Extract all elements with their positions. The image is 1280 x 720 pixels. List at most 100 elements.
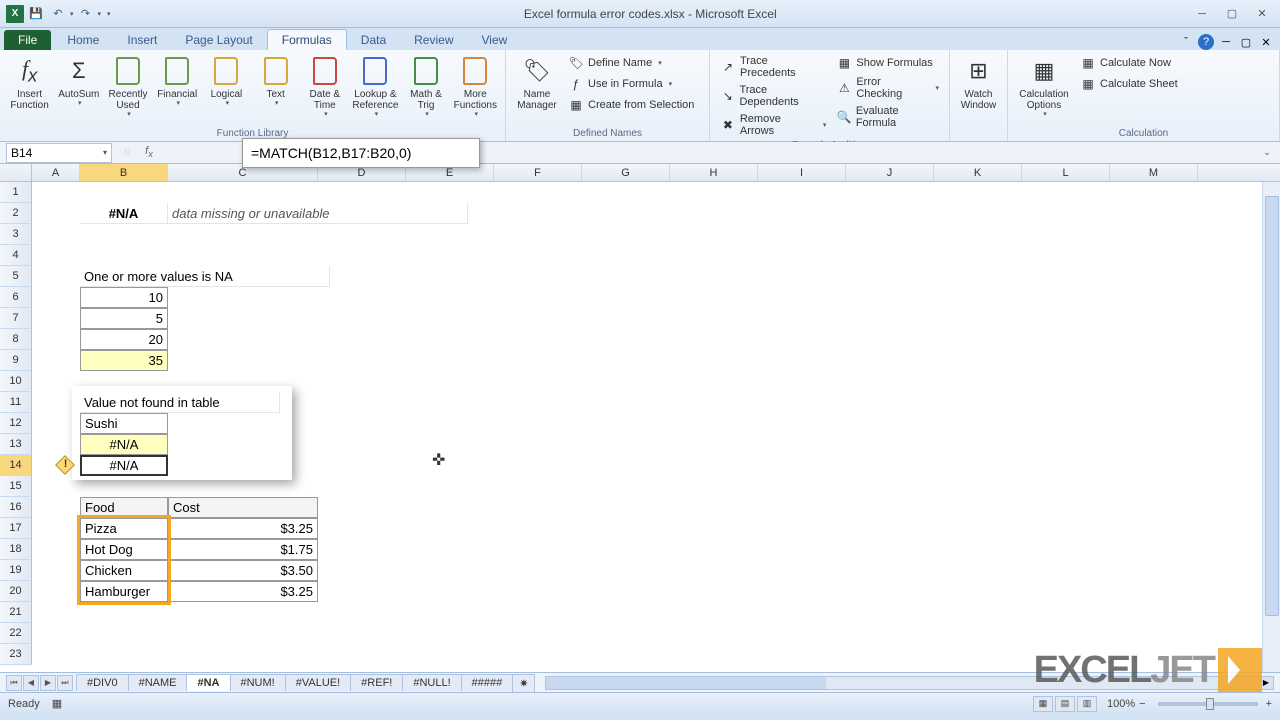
- col-header-g[interactable]: G: [582, 164, 670, 181]
- worksheet-grid[interactable]: A B C D E F G H I J K L M 12345678910111…: [0, 164, 1280, 672]
- undo-button[interactable]: ↶: [48, 4, 68, 24]
- normal-view-button[interactable]: ▦: [1033, 696, 1053, 712]
- error-checking-button[interactable]: ⚠Error Checking▾: [832, 74, 943, 102]
- text-button[interactable]: Text▾: [252, 53, 299, 110]
- row-header-4[interactable]: 4: [0, 245, 32, 266]
- row-header-6[interactable]: 6: [0, 287, 32, 308]
- cell-c2[interactable]: data missing or unavailable: [168, 203, 468, 224]
- row-header-9[interactable]: 9: [0, 350, 32, 371]
- zoom-in-button[interactable]: +: [1266, 698, 1272, 710]
- select-all-corner[interactable]: [0, 164, 32, 181]
- lookup-reference-button[interactable]: Lookup & Reference▾: [350, 53, 400, 121]
- row-header-22[interactable]: 22: [0, 623, 32, 644]
- cell-b18[interactable]: Hot Dog: [80, 539, 168, 560]
- autosum-button[interactable]: ΣAutoSum▾: [55, 53, 102, 110]
- help-icon[interactable]: ?: [1198, 34, 1214, 50]
- col-header-f[interactable]: F: [494, 164, 582, 181]
- row-header-16[interactable]: 16: [0, 497, 32, 518]
- logical-button[interactable]: Logical▾: [203, 53, 250, 110]
- inner-restore-icon[interactable]: ▢: [1238, 34, 1254, 50]
- formula-input[interactable]: =MATCH(B12,B17:B20,0): [242, 138, 480, 168]
- row-header-14[interactable]: 14: [0, 455, 32, 476]
- new-sheet-button[interactable]: ✷: [512, 674, 535, 692]
- insert-tab[interactable]: Insert: [113, 30, 171, 50]
- sheet-tab[interactable]: #####: [461, 674, 514, 691]
- next-sheet-button[interactable]: ▶: [40, 675, 56, 691]
- col-header-k[interactable]: K: [934, 164, 1022, 181]
- vertical-scrollbar[interactable]: [1262, 182, 1280, 672]
- row-header-1[interactable]: 1: [0, 182, 32, 203]
- zoom-level[interactable]: 100%: [1107, 698, 1135, 710]
- sheet-tab[interactable]: #NUM!: [230, 674, 286, 691]
- row-header-3[interactable]: 3: [0, 224, 32, 245]
- cell-b20[interactable]: Hamburger: [80, 581, 168, 602]
- cell-b6[interactable]: 10: [80, 287, 168, 308]
- row-header-23[interactable]: 23: [0, 644, 32, 665]
- cell-d19[interactable]: $3.50: [168, 560, 318, 581]
- cell-b8[interactable]: 20: [80, 329, 168, 350]
- calculate-now-button[interactable]: ▦Calculate Now: [1076, 53, 1182, 73]
- row-header-2[interactable]: 2: [0, 203, 32, 224]
- sheet-tab[interactable]: #NAME: [128, 674, 188, 691]
- cancel-icon[interactable]: ⦸: [118, 144, 136, 162]
- date-time-button[interactable]: Date & Time▾: [301, 53, 348, 121]
- redo-button[interactable]: ↷: [76, 4, 96, 24]
- cell-b16[interactable]: Food: [80, 497, 168, 518]
- inner-close-icon[interactable]: ✕: [1258, 34, 1274, 50]
- zoom-slider[interactable]: [1158, 702, 1258, 706]
- cell-d18[interactable]: $1.75: [168, 539, 318, 560]
- row-header-19[interactable]: 19: [0, 560, 32, 581]
- review-tab[interactable]: Review: [400, 30, 467, 50]
- col-header-j[interactable]: J: [846, 164, 934, 181]
- row-header-8[interactable]: 8: [0, 329, 32, 350]
- cell-b19[interactable]: Chicken: [80, 560, 168, 581]
- trace-dependents-button[interactable]: ↘Trace Dependents: [716, 82, 830, 110]
- name-manager-button[interactable]: 🏷Name Manager: [512, 53, 562, 113]
- insert-function-button[interactable]: fxInsert Function: [6, 53, 53, 113]
- macro-icon[interactable]: ▦: [52, 697, 62, 710]
- create-from-selection-button[interactable]: ▦Create from Selection: [564, 95, 698, 115]
- name-box[interactable]: B14▾: [6, 143, 112, 163]
- view-tab[interactable]: View: [468, 30, 522, 50]
- row-header-5[interactable]: 5: [0, 266, 32, 287]
- maximize-button[interactable]: ▢: [1220, 6, 1244, 22]
- row-header-20[interactable]: 20: [0, 581, 32, 602]
- page-layout-view-button[interactable]: ▤: [1055, 696, 1075, 712]
- calculation-options-button[interactable]: ▦Calculation Options▾: [1014, 53, 1074, 121]
- hscroll-thumb[interactable]: [546, 677, 826, 689]
- cell-d17[interactable]: $3.25: [168, 518, 318, 539]
- formulas-tab[interactable]: Formulas: [267, 29, 347, 50]
- math-trig-button[interactable]: Math & Trig▾: [402, 53, 449, 121]
- prev-sheet-button[interactable]: ◀: [23, 675, 39, 691]
- save-button[interactable]: 💾: [26, 4, 46, 24]
- col-header-h[interactable]: H: [670, 164, 758, 181]
- excel-icon[interactable]: X: [6, 5, 24, 23]
- cell-c16[interactable]: Cost: [168, 497, 318, 518]
- col-header-i[interactable]: I: [758, 164, 846, 181]
- fx-icon[interactable]: fx: [140, 144, 158, 162]
- sheet-tab[interactable]: #VALUE!: [285, 674, 351, 691]
- row-header-7[interactable]: 7: [0, 308, 32, 329]
- cell-b13[interactable]: #N/A: [80, 434, 168, 455]
- trace-precedents-button[interactable]: ↗Trace Precedents: [716, 53, 830, 81]
- last-sheet-button[interactable]: ⏭: [57, 675, 73, 691]
- cells-area[interactable]: #N/A data missing or unavailable One or …: [32, 182, 1262, 672]
- remove-arrows-button[interactable]: ✖Remove Arrows▾: [716, 111, 830, 139]
- row-header-15[interactable]: 15: [0, 476, 32, 497]
- col-header-a[interactable]: A: [32, 164, 80, 181]
- row-header-21[interactable]: 21: [0, 602, 32, 623]
- data-tab[interactable]: Data: [347, 30, 400, 50]
- row-header-17[interactable]: 17: [0, 518, 32, 539]
- cell-b9[interactable]: 35: [80, 350, 168, 371]
- sheet-tab[interactable]: #REF!: [350, 674, 403, 691]
- zoom-out-button[interactable]: −: [1139, 698, 1145, 710]
- minimize-ribbon-icon[interactable]: ˇ: [1178, 34, 1194, 50]
- recently-used-button[interactable]: Recently Used▾: [104, 53, 151, 121]
- col-header-l[interactable]: L: [1022, 164, 1110, 181]
- cell-d20[interactable]: $3.25: [168, 581, 318, 602]
- minimize-button[interactable]: ─: [1190, 6, 1214, 22]
- page-break-view-button[interactable]: ▥: [1077, 696, 1097, 712]
- close-button[interactable]: ✕: [1250, 6, 1274, 22]
- sheet-tab[interactable]: #NA: [186, 674, 230, 691]
- use-in-formula-button[interactable]: ƒUse in Formula▾: [564, 74, 698, 94]
